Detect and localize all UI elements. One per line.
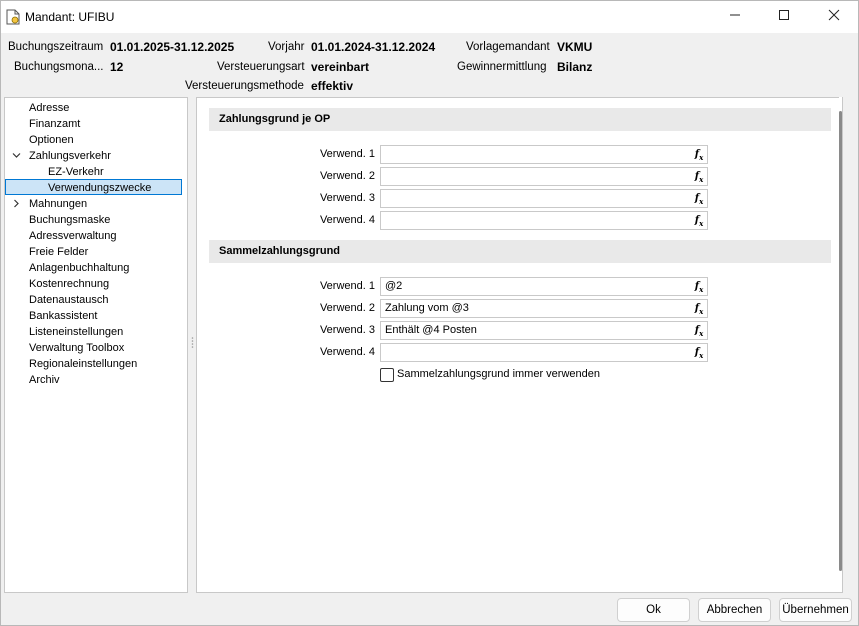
tree-item-freie-felder[interactable]: Freie Felder xyxy=(29,244,88,260)
versteuerungsmethode-label: Versteuerungsmethode xyxy=(185,80,304,92)
zahlungsgrund-verwend-2-input[interactable]: fx xyxy=(380,167,708,186)
function-icon[interactable]: fx xyxy=(691,344,707,361)
gewinnermittlung-value: Bilanz xyxy=(557,60,593,74)
versteuerungsart-label: Versteuerungsart xyxy=(217,61,305,73)
splitter-handle[interactable] xyxy=(191,336,194,350)
tree-item-verwaltung-toolbox[interactable]: Verwaltung Toolbox xyxy=(29,340,124,356)
ok-button[interactable]: Ok xyxy=(617,598,690,622)
tree-item-optionen[interactable]: Optionen xyxy=(29,132,74,148)
function-icon[interactable]: fx xyxy=(691,322,707,339)
field-label: Verwend. 4 xyxy=(319,214,375,226)
buchungsmonat-value: 12 xyxy=(110,60,124,74)
section-title: Sammelzahlungsgrund xyxy=(219,245,341,257)
buchungszeitraum-value: 01.01.2025-31.12.2025 xyxy=(110,40,235,54)
zahlungsgrund-verwend-4-input[interactable]: fx xyxy=(380,211,708,230)
apply-button[interactable]: Übernehmen xyxy=(779,598,852,622)
zahlungsgrund-verwend-3-input[interactable]: fx xyxy=(380,189,708,208)
function-icon[interactable]: fx xyxy=(691,278,707,295)
function-icon[interactable]: fx xyxy=(691,168,707,185)
function-icon[interactable]: fx xyxy=(691,146,707,163)
dialog-window: Mandant: UFIBU Buchungszeitraum 01.01.20… xyxy=(0,0,859,626)
vorjahr-label: Vorjahr xyxy=(268,41,305,53)
cancel-button[interactable]: Abbrechen xyxy=(698,598,771,622)
field-label: Verwend. 4 xyxy=(319,346,375,358)
tree-item-regionaleinstellungen[interactable]: Regionaleinstellungen xyxy=(29,356,137,372)
function-icon[interactable]: fx xyxy=(691,212,707,229)
tree-item-buchungsmaske[interactable]: Buchungsmaske xyxy=(29,212,110,228)
tree-item-adressverwaltung[interactable]: Adressverwaltung xyxy=(29,228,116,244)
vertical-scrollbar[interactable] xyxy=(839,97,842,591)
tree-item-finanzamt[interactable]: Finanzamt xyxy=(29,116,80,132)
section-header-zahlungsgrund: Zahlungsgrund je OP xyxy=(209,108,831,131)
tree-item-verwendungszwecke[interactable]: Verwendungszwecke xyxy=(5,179,182,195)
close-icon[interactable] xyxy=(811,1,857,33)
tree-item-anlagenbuchhaltung[interactable]: Anlagenbuchhaltung xyxy=(29,260,129,276)
field-label: Verwend. 3 xyxy=(319,324,375,336)
field-value: @2 xyxy=(385,280,403,292)
minimize-icon[interactable] xyxy=(712,1,758,33)
function-icon[interactable]: fx xyxy=(691,300,707,317)
vorlagemandant-value: VKMU xyxy=(557,40,593,54)
tree-item-kostenrechnung[interactable]: Kostenrechnung xyxy=(29,276,109,292)
app-icon xyxy=(6,9,20,25)
versteuerungsart-value: vereinbart xyxy=(311,60,370,74)
chevron-right-icon[interactable] xyxy=(12,196,22,212)
tree-item-mahnungen[interactable]: Mahnungen xyxy=(29,196,87,212)
gewinnermittlung-label: Gewinnermittlung xyxy=(457,61,547,73)
field-label: Verwend. 1 xyxy=(319,280,375,292)
field-label: Verwend. 3 xyxy=(319,192,375,204)
tree-item-bankassistent[interactable]: Bankassistent xyxy=(29,308,97,324)
tree-item-datenaustausch[interactable]: Datenaustausch xyxy=(29,292,109,308)
section-title: Zahlungsgrund je OP xyxy=(219,113,331,125)
function-icon[interactable]: fx xyxy=(691,190,707,207)
versteuerungsmethode-value: effektiv xyxy=(311,79,354,93)
buchungsmonat-label: Buchungsmona... xyxy=(14,61,104,73)
buchungszeitraum-label: Buchungszeitraum xyxy=(8,41,104,53)
tree-item-archiv[interactable]: Archiv xyxy=(29,372,60,388)
window-title: Mandant: UFIBU xyxy=(25,10,115,24)
field-value: Enthält @4 Posten xyxy=(385,324,477,336)
chevron-down-icon[interactable] xyxy=(12,148,22,164)
field-label: Verwend. 2 xyxy=(319,170,375,182)
tree-item-listeneinstellungen[interactable]: Listeneinstellungen xyxy=(29,324,123,340)
field-label: Verwend. 2 xyxy=(319,302,375,314)
tree-item-adresse[interactable]: Adresse xyxy=(29,100,69,116)
tree-item-ez-verkehr[interactable]: EZ-Verkehr xyxy=(48,164,104,180)
vorlagemandant-label: Vorlagemandant xyxy=(466,41,550,53)
title-bar: Mandant: UFIBU xyxy=(1,1,858,33)
navigation-tree: Adresse Finanzamt Optionen Zahlungsverke… xyxy=(4,97,188,593)
sammelzahlungsgrund-checkbox[interactable] xyxy=(380,368,394,382)
vorjahr-value: 01.01.2024-31.12.2024 xyxy=(311,40,436,54)
field-label: Verwend. 1 xyxy=(319,148,375,160)
content-panel: Zahlungsgrund je OP Verwend. 1 fx Verwen… xyxy=(196,97,843,593)
sammelzahlungsgrund-verwend-4-input[interactable]: fx xyxy=(380,343,708,362)
sammelzahlungsgrund-verwend-2-input[interactable]: Zahlung vom @3 fx xyxy=(380,299,708,318)
sammelzahlungsgrund-verwend-3-input[interactable]: Enthält @4 Posten fx xyxy=(380,321,708,340)
maximize-icon[interactable] xyxy=(761,1,807,33)
scrollbar-thumb[interactable] xyxy=(839,111,842,571)
sammelzahlungsgrund-verwend-1-input[interactable]: @2 fx xyxy=(380,277,708,296)
section-header-sammelzahlungsgrund: Sammelzahlungsgrund xyxy=(209,240,831,263)
zahlungsgrund-verwend-1-input[interactable]: fx xyxy=(380,145,708,164)
tree-item-zahlungsverkehr[interactable]: Zahlungsverkehr xyxy=(29,148,111,164)
checkbox-label: Sammelzahlungsgrund immer verwenden xyxy=(397,368,600,380)
field-value: Zahlung vom @3 xyxy=(385,302,469,314)
